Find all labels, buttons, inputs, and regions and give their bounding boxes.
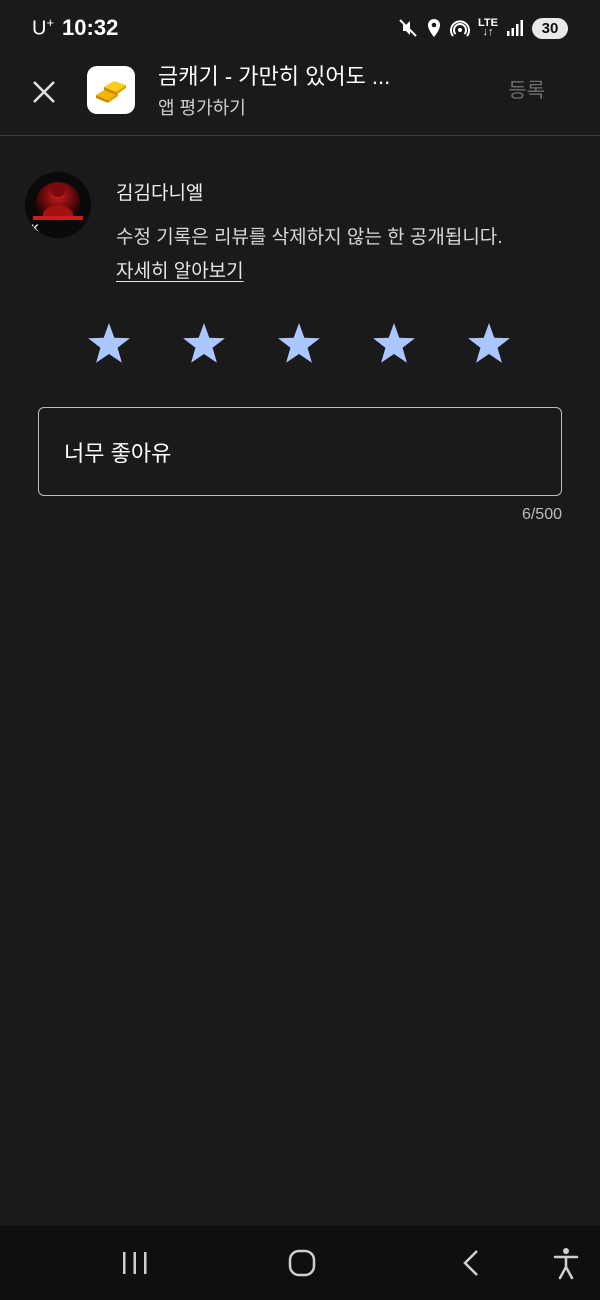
star-icon	[88, 323, 130, 363]
star-5-button[interactable]	[467, 322, 511, 366]
star-3-button[interactable]	[277, 322, 321, 366]
accessibility-icon	[553, 1248, 579, 1280]
gold-bars-icon	[96, 81, 126, 103]
learn-more-link[interactable]: 자세히 알아보기	[116, 256, 244, 283]
review-text-field[interactable]: 너무 좋아유	[38, 407, 562, 496]
status-icons: LTE ↓↑ 30	[398, 17, 568, 39]
recents-icon	[123, 1252, 147, 1274]
app-icon	[87, 66, 135, 114]
star-icon	[278, 323, 320, 363]
submit-button[interactable]: 등록	[508, 74, 545, 103]
navigation-bar	[0, 1226, 600, 1300]
clock: 10:32	[62, 15, 119, 40]
star-rating	[87, 322, 527, 370]
status-bar: U+ 10:32 LTE ↓↑ 30	[0, 0, 600, 56]
star-icon	[468, 323, 510, 363]
mute-icon	[399, 19, 417, 37]
status-left: U+ 10:32	[32, 15, 118, 41]
signal-icon	[507, 20, 523, 36]
back-button[interactable]	[451, 1246, 491, 1282]
avatar-badge: K	[31, 223, 39, 235]
close-icon	[33, 81, 55, 103]
avatar[interactable]: K	[25, 172, 91, 238]
accessibility-button[interactable]	[546, 1246, 586, 1282]
app-bar: 금캐기 - 가만히 있어도 ... 앱 평가하기 등록	[0, 56, 600, 136]
title-block: 금캐기 - 가만히 있어도 ... 앱 평가하기	[158, 62, 458, 122]
app-title: 금캐기 - 가만히 있어도 ...	[158, 64, 391, 89]
home-button[interactable]	[282, 1246, 322, 1282]
page-subtitle: 앱 평가하기	[158, 98, 246, 118]
star-2-button[interactable]	[182, 322, 226, 366]
hotspot-icon	[450, 20, 470, 37]
carrier: U+	[32, 15, 55, 40]
user-name: 김김다니엘	[116, 183, 204, 204]
star-icon	[373, 323, 415, 363]
character-counter: 6/500	[521, 506, 562, 523]
back-icon	[463, 1250, 478, 1276]
location-icon	[428, 19, 441, 37]
review-text: 너무 좋아유	[64, 440, 172, 466]
public-notice: 수정 기록은 리뷰를 삭제하지 않는 한 공개됩니다.	[116, 227, 503, 248]
recents-button[interactable]	[115, 1246, 155, 1282]
battery-level: 30	[532, 17, 568, 39]
star-icon	[183, 323, 225, 363]
home-icon	[288, 1249, 316, 1277]
star-1-button[interactable]	[87, 322, 131, 366]
star-4-button[interactable]	[372, 322, 416, 366]
avatar-image: K	[25, 172, 91, 238]
close-button[interactable]	[26, 74, 62, 110]
network-type: LTE ↓↑	[478, 17, 498, 38]
